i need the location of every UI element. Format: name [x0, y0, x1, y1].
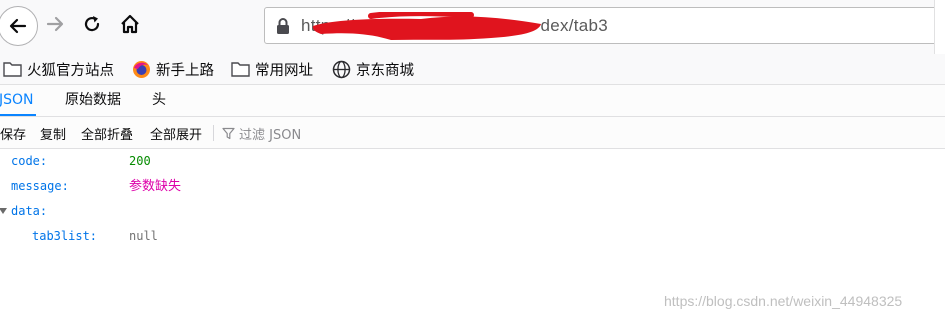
bookmark-label: 京东商城 — [356, 62, 414, 79]
json-key: tab3list: — [32, 229, 98, 243]
forward-arrow-icon — [46, 16, 64, 32]
lock-icon — [277, 18, 289, 34]
redaction-mark — [312, 12, 541, 40]
watermark: https://blog.csdn.net/weixin_44948325 — [664, 293, 903, 309]
json-key: message: — [11, 179, 69, 193]
json-value: null — [129, 229, 158, 243]
json-viewer-tabs: JSON 原始数据 头 — [0, 85, 945, 117]
json-row-message: message: 参数缺失 — [0, 174, 945, 199]
json-value: 参数缺失 — [129, 179, 182, 194]
bookmark-label: 新手上路 — [156, 62, 214, 79]
bookmark-firefox-official[interactable]: 火狐官方站点 — [2, 58, 114, 80]
home-button[interactable] — [113, 7, 147, 41]
forward-button[interactable] — [38, 7, 72, 41]
filter-placeholder: 过滤 JSON — [239, 128, 302, 143]
reload-button[interactable] — [75, 7, 109, 41]
navigation-toolbar: https://dex/tab3 — [0, 0, 945, 54]
home-icon — [121, 14, 139, 34]
bookmark-label: 火狐官方站点 — [27, 62, 114, 79]
window-edge — [934, 0, 945, 54]
json-value: 200 — [129, 154, 151, 168]
tab-json[interactable]: JSON — [0, 85, 36, 116]
json-toolbar: 保存 复制 全部折叠 全部展开 过滤 JSON — [0, 117, 945, 149]
bookmark-common-sites[interactable]: 常用网址 — [230, 58, 313, 80]
json-row-data[interactable]: data: — [0, 199, 945, 224]
bookmark-label: 常用网址 — [255, 62, 313, 79]
copy-button[interactable]: 复制 — [40, 124, 66, 143]
json-key: data: — [11, 204, 48, 218]
back-button[interactable] — [0, 6, 38, 46]
filter-icon — [222, 127, 235, 140]
save-button[interactable]: 保存 — [0, 124, 26, 143]
back-arrow-icon — [9, 18, 27, 34]
folder-icon — [2, 59, 22, 79]
tab-headers[interactable]: 头 — [150, 85, 168, 116]
toolbar-divider — [213, 125, 214, 141]
expand-toggle-icon[interactable] — [0, 208, 7, 214]
json-key: code: — [11, 154, 48, 168]
firefox-icon — [131, 59, 151, 79]
tab-raw-data[interactable]: 原始数据 — [63, 85, 123, 116]
expand-all-button[interactable]: 全部展开 — [150, 124, 202, 143]
collapse-all-button[interactable]: 全部折叠 — [81, 124, 133, 143]
folder-icon — [230, 59, 250, 79]
json-row-code: code: 200 — [0, 149, 945, 174]
url-suffix: dex/tab3 — [540, 16, 609, 35]
reload-icon — [84, 16, 100, 32]
url-bar[interactable]: https://dex/tab3 — [264, 7, 945, 44]
bookmark-getting-started[interactable]: 新手上路 — [131, 58, 214, 80]
bookmarks-bar: 火狐官方站点 新手上路 常用网址 京东商城 — [0, 54, 945, 85]
globe-icon — [331, 59, 351, 79]
filter-json-input[interactable]: 过滤 JSON — [222, 124, 301, 143]
json-row-tab3list: tab3list: null — [0, 224, 945, 249]
bookmark-jd-mall[interactable]: 京东商城 — [331, 58, 414, 80]
